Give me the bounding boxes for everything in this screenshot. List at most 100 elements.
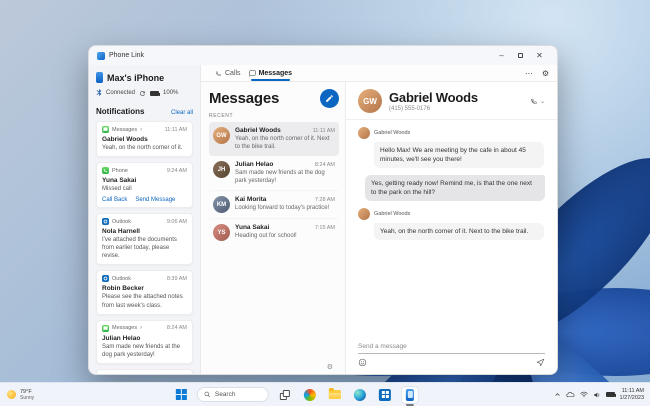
onedrive-cloud-icon[interactable] (566, 391, 575, 398)
notification-body: Sam made new friends at the dog park yes… (102, 343, 181, 358)
maximize-button[interactable] (511, 48, 530, 63)
device-sidebar: Max's iPhone Connected 100% Notification… (89, 65, 201, 374)
maximize-icon (518, 53, 523, 58)
send-message-button[interactable]: Send Message (135, 197, 175, 203)
wifi-icon[interactable] (579, 391, 588, 398)
window-title: Phone Link (109, 52, 145, 59)
battery-level: 100% (163, 90, 179, 96)
chevron-right-icon: › (140, 325, 143, 332)
conversation-list-item[interactable]: GW Gabriel Woods 11:11 AM Yeah, on the no… (209, 122, 339, 157)
message-input[interactable]: Send a message (358, 343, 545, 354)
more-menu-icon[interactable]: ⋯ (525, 69, 533, 78)
messages-list-panel: Messages Recent GW Gabriel Woods 11:11 AM… (201, 82, 346, 374)
refresh-icon[interactable] (139, 90, 146, 97)
bluetooth-icon (96, 89, 102, 96)
notification-card[interactable]: Outlook 9:06 AM Nola Harnell I've attach… (96, 213, 193, 266)
tab-calls[interactable]: Calls (211, 65, 245, 81)
notification-card[interactable]: Messages › 8:24 AM Julian Helao Sam made… (96, 319, 193, 364)
notification-time: 11:11 AM (164, 126, 187, 133)
notification-app-label: Phone (112, 167, 128, 174)
phone-link-logo-icon (97, 51, 105, 60)
contact-name: Kai Morita (235, 196, 267, 204)
conversation-list-item[interactable]: JH Julian Helao 8:24 AM Sam made new frie… (209, 156, 339, 190)
notification-app-label: Messages (112, 325, 138, 332)
tab-calls-label: Calls (225, 69, 241, 77)
send-icon[interactable] (536, 358, 545, 367)
conversation-contact-name: Gabriel Woods (389, 90, 478, 105)
avatar: JH (213, 161, 230, 179)
taskbar-app-store[interactable] (376, 386, 394, 404)
phone-link-window: Phone Link – ✕ Max's iPhone Connected 10… (88, 45, 558, 375)
taskbar-clock[interactable]: 11:11 AM 1/27/2023 (620, 388, 644, 402)
file-explorer-icon (328, 388, 341, 399)
avatar: GW (213, 127, 230, 144)
message-preview: Yeah, on the north corner of it. Next to… (235, 136, 330, 151)
device-name: Max's iPhone (107, 72, 165, 83)
connection-status: Connected (106, 90, 136, 96)
call-back-button[interactable]: Call Back (102, 197, 127, 203)
compose-icon (326, 95, 333, 102)
task-view-icon (279, 389, 290, 400)
minimize-button[interactable]: – (492, 48, 511, 63)
notification-body: Missed call (102, 186, 132, 193)
window-titlebar: Phone Link – ✕ (89, 46, 557, 65)
outlook-app-icon (102, 275, 109, 283)
conversation-panel: GW Gabriel Woods (415) 555-0176 ⌄ Gabrie… (346, 82, 557, 374)
notification-card[interactable]: Messages › 8:23 AM Julian Helao Thanks f… (96, 368, 193, 374)
tab-messages-label: Messages (258, 69, 293, 77)
notification-app-label: Outlook (112, 218, 131, 225)
taskbar-app-edge[interactable] (351, 386, 369, 404)
emoji-icon[interactable] (358, 358, 367, 367)
taskbar-app-file-explorer[interactable] (326, 386, 344, 404)
avatar: YS (213, 224, 230, 242)
notification-title: Julian Helao (102, 334, 141, 342)
tray-chevron-up-icon[interactable] (554, 391, 561, 398)
notification-time: 9:24 AM (166, 167, 187, 174)
task-view-button[interactable] (276, 386, 294, 404)
taskbar-app-phone-link[interactable] (400, 385, 419, 406)
clear-all-link[interactable]: Clear all (171, 110, 193, 116)
battery-icon (150, 90, 161, 96)
weather-widget[interactable]: 79°F Sunny (7, 383, 34, 406)
notifications-title: Notifications (96, 107, 145, 116)
new-message-button[interactable] (320, 89, 339, 108)
incoming-message-group: Gabriel Woods Hello Max! We are meeting … (358, 127, 545, 169)
contact-name: Yuna Sakai (235, 224, 270, 232)
conversation-list: GW Gabriel Woods 11:11 AM Yeah, on the no… (209, 122, 339, 246)
search-icon (204, 391, 210, 398)
edge-icon (353, 388, 366, 401)
weather-condition: Sunny (20, 394, 35, 401)
notification-card[interactable]: Phone 9:24 AM Yuna Sakai Missed call Cal… (96, 162, 193, 209)
conversation-list-item[interactable]: KM Kai Morita 7:28 AM Looking forward to … (209, 190, 339, 218)
notification-card[interactable]: Messages › 11:11 AM Gabriel Woods Yeah, … (96, 121, 193, 158)
taskbar-app-copilot[interactable] (301, 386, 319, 404)
tray-battery-icon[interactable] (605, 392, 616, 397)
search-bar[interactable]: Search (196, 387, 269, 402)
notification-time: 8:24 AM (166, 325, 187, 332)
message-preview: Heading out for school! (235, 233, 297, 240)
close-button[interactable]: ✕ (530, 48, 549, 63)
start-button[interactable] (172, 386, 190, 404)
outgoing-message: Yes, getting ready now! Remind me, is th… (365, 175, 545, 202)
message-time: 8:24 AM (314, 162, 335, 169)
avatar (358, 127, 370, 139)
tab-messages[interactable]: Messages (245, 65, 296, 81)
call-contact-button[interactable]: ⌄ (530, 97, 545, 105)
clock-date: 1/27/2023 (619, 394, 644, 401)
message-composer: Send a message (346, 343, 557, 374)
messages-panel-title: Messages (209, 90, 280, 107)
taskbar: 79°F Sunny Search 11:11 AM 1/27/2023 (0, 382, 650, 406)
store-icon (378, 388, 391, 401)
notification-card[interactable]: Outlook 8:39 AM Robin Becker Please see … (96, 270, 193, 315)
volume-icon[interactable] (593, 391, 601, 399)
notification-body: Please see the attached notes from last … (102, 294, 183, 309)
message-time: 7:28 AM (314, 197, 335, 204)
notification-title: Nola Harnell (102, 228, 140, 236)
conversation-list-item[interactable]: YS Yuna Sakai 7:15 AM Heading out for sch… (209, 218, 339, 246)
notification-title: Robin Becker (102, 285, 144, 293)
settings-gear-icon[interactable]: ⚙ (542, 69, 549, 78)
gear-icon[interactable]: ⚙ (327, 363, 333, 371)
chevron-down-icon: ⌄ (539, 98, 545, 105)
notification-body: Yeah, on the north corner of it. (102, 145, 183, 151)
notification-title: Gabriel Woods (102, 136, 148, 143)
